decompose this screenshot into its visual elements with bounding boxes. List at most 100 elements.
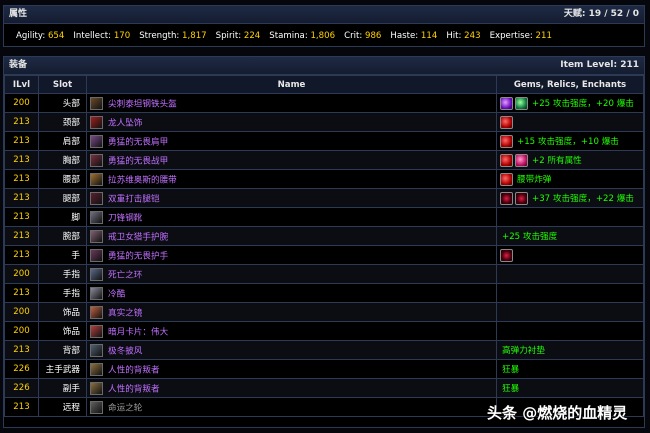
enchant-text[interactable]: 狂暴: [502, 384, 519, 394]
column-header-ilvl[interactable]: ILvl: [4, 75, 39, 94]
enchant-text[interactable]: +15 攻击强度，+10 爆击: [517, 137, 619, 147]
table-row[interactable]: 200 头部 尖刺泰坦钢铁头盔 +25 攻击强度，+20 爆击: [4, 93, 644, 113]
ring-icon[interactable]: [90, 267, 103, 281]
axe-icon[interactable]: [90, 381, 103, 395]
table-row[interactable]: 213 颈部 龙人坠饰: [4, 112, 644, 132]
column-header-slot[interactable]: Slot: [38, 75, 87, 94]
item-name-cell: 勇猛的无畏肩甲: [86, 131, 497, 151]
axe-icon[interactable]: [90, 362, 103, 376]
ring-icon[interactable]: [90, 286, 103, 300]
gem-red-icon[interactable]: [500, 134, 513, 148]
table-row[interactable]: 213 肩部 勇猛的无畏肩甲 +15 攻击强度，+10 爆击: [4, 131, 644, 151]
cloak-icon[interactable]: [90, 343, 103, 357]
item-name-link[interactable]: 龙人坠饰: [108, 118, 142, 128]
gear-table: ILvl Slot Name Gems, Relics, Enchants 20…: [4, 75, 644, 417]
belt-icon[interactable]: [90, 172, 103, 186]
table-row[interactable]: 213 胸部 勇猛的无畏战甲 +2 所有属性: [4, 150, 644, 170]
enchant-text[interactable]: 狂暴: [502, 365, 519, 375]
item-name-link[interactable]: 勇猛的无畏战甲: [108, 156, 168, 166]
column-header-name[interactable]: Name: [86, 75, 497, 94]
slot-cell: 手指: [38, 264, 87, 284]
chest-icon[interactable]: [90, 153, 103, 167]
item-name-link[interactable]: 双重打击腿铠: [108, 194, 160, 204]
stat-expertise: Expertise: 211: [490, 31, 552, 41]
gloves-icon[interactable]: [90, 248, 103, 262]
enchant-text[interactable]: +25 攻击强度，+20 爆击: [532, 99, 634, 109]
legs-icon[interactable]: [90, 191, 103, 205]
table-row[interactable]: 226 主手武器 人性的背叛者 狂暴: [4, 359, 644, 379]
gem-dark-icon[interactable]: [500, 191, 513, 205]
gem-red-icon[interactable]: [500, 115, 513, 129]
item-name-link[interactable]: 死亡之环: [108, 270, 142, 280]
item-level-cell: 200: [4, 321, 39, 341]
gems-cell: 狂暴: [496, 378, 644, 398]
bracers-icon[interactable]: [90, 229, 103, 243]
boots-icon[interactable]: [90, 210, 103, 224]
table-row[interactable]: 200 饰品 暗月卡片：伟大: [4, 321, 644, 341]
item-name-cell: 勇猛的无畏战甲: [86, 150, 497, 170]
ranged-icon[interactable]: [90, 400, 103, 414]
item-level-cell: 213: [4, 150, 39, 170]
item-name-cell: 双重打击腿铠: [86, 188, 497, 208]
item-name-link[interactable]: 刀锋钢靴: [108, 213, 142, 223]
item-name-link[interactable]: 拉苏维奥斯的腰带: [108, 175, 177, 185]
gear-panel: 装备 Item Level: 211 ILvl Slot Name Gems, …: [3, 56, 645, 428]
item-name-link[interactable]: 暗月卡片：伟大: [108, 327, 168, 337]
table-row[interactable]: 213 手指 冷酷: [4, 283, 644, 303]
item-name-link[interactable]: 勇猛的无畏护手: [108, 251, 168, 261]
enchant-text[interactable]: +37 攻击强度，+22 爆击: [532, 194, 634, 204]
gem-dark-icon[interactable]: [500, 248, 513, 262]
enchant-text[interactable]: 腰带炸弹: [517, 175, 551, 185]
gem-red-icon[interactable]: [500, 172, 513, 186]
stat-value: 114: [420, 31, 438, 41]
item-name-link[interactable]: 勇猛的无畏肩甲: [108, 137, 168, 147]
stat-label: Expertise:: [489, 31, 533, 41]
table-row[interactable]: 213 脚 刀锋钢靴: [4, 207, 644, 227]
table-row[interactable]: 200 饰品 真实之镜: [4, 302, 644, 322]
slot-cell: 腿部: [38, 188, 87, 208]
table-row[interactable]: 213 背部 极冬披风 高弹力衬垫: [4, 340, 644, 360]
item-level-cell: 226: [4, 378, 39, 398]
enchant-text[interactable]: +25 攻击强度: [502, 232, 557, 242]
trinket-icon[interactable]: [90, 305, 103, 319]
shoulder-icon[interactable]: [90, 134, 103, 148]
item-level-cell: 213: [4, 207, 39, 227]
necklace-icon[interactable]: [90, 115, 103, 129]
item-name-link[interactable]: 人性的背叛者: [108, 365, 160, 375]
slot-cell: 肩部: [38, 131, 87, 151]
item-name-link[interactable]: 冷酷: [108, 289, 125, 299]
slot-cell: 手指: [38, 283, 87, 303]
table-row[interactable]: 213 手 勇猛的无畏护手: [4, 245, 644, 265]
gear-table-body: 200 头部 尖刺泰坦钢铁头盔 +25 攻击强度，+20 爆击 213 颈部 龙人坠饰 213…: [4, 93, 644, 417]
item-name-link[interactable]: 戒卫女猎手护腕: [108, 232, 168, 242]
table-row[interactable]: 213 腕部 戒卫女猎手护腕 +25 攻击强度: [4, 226, 644, 246]
enchant-text[interactable]: +2 所有属性: [532, 156, 582, 166]
stat-label: Spirit:: [215, 31, 242, 41]
card-icon[interactable]: [90, 324, 103, 338]
item-name-link[interactable]: 尖刺泰坦钢铁头盔: [108, 99, 177, 109]
enchant-text[interactable]: 高弹力衬垫: [502, 346, 545, 356]
column-header-gems[interactable]: Gems, Relics, Enchants: [496, 75, 644, 94]
item-name-link[interactable]: 真实之镜: [108, 308, 142, 318]
gem-pink-icon[interactable]: [515, 153, 528, 167]
item-name-link[interactable]: 极冬披风: [108, 346, 142, 356]
item-level-cell: 226: [4, 359, 39, 379]
gem-red-icon[interactable]: [500, 153, 513, 167]
gem-green-icon[interactable]: [515, 96, 528, 110]
item-name-cell: 龙人坠饰: [86, 112, 497, 132]
table-row[interactable]: 200 手指 死亡之环: [4, 264, 644, 284]
helmet-icon[interactable]: [90, 96, 103, 110]
table-row[interactable]: 213 腰部 拉苏维奥斯的腰带 腰带炸弹: [4, 169, 644, 189]
item-name-cell: 勇猛的无畏护手: [86, 245, 497, 265]
stat-value: 243: [464, 31, 481, 41]
gem-purple-icon[interactable]: [500, 96, 513, 110]
item-name-link[interactable]: 人性的背叛者: [108, 384, 160, 394]
item-name-link[interactable]: 命运之轮: [108, 403, 142, 413]
stat-value: 224: [243, 31, 261, 41]
stat-label: Crit:: [344, 31, 363, 41]
table-row[interactable]: 226 副手 人性的背叛者 狂暴: [4, 378, 644, 398]
table-row[interactable]: 213 腿部 双重打击腿铠 +37 攻击强度，+22 爆击: [4, 188, 644, 208]
gem-dark-icon[interactable]: [515, 191, 528, 205]
item-name-cell: 暗月卡片：伟大: [86, 321, 497, 341]
stat-label: Stamina:: [269, 31, 308, 41]
